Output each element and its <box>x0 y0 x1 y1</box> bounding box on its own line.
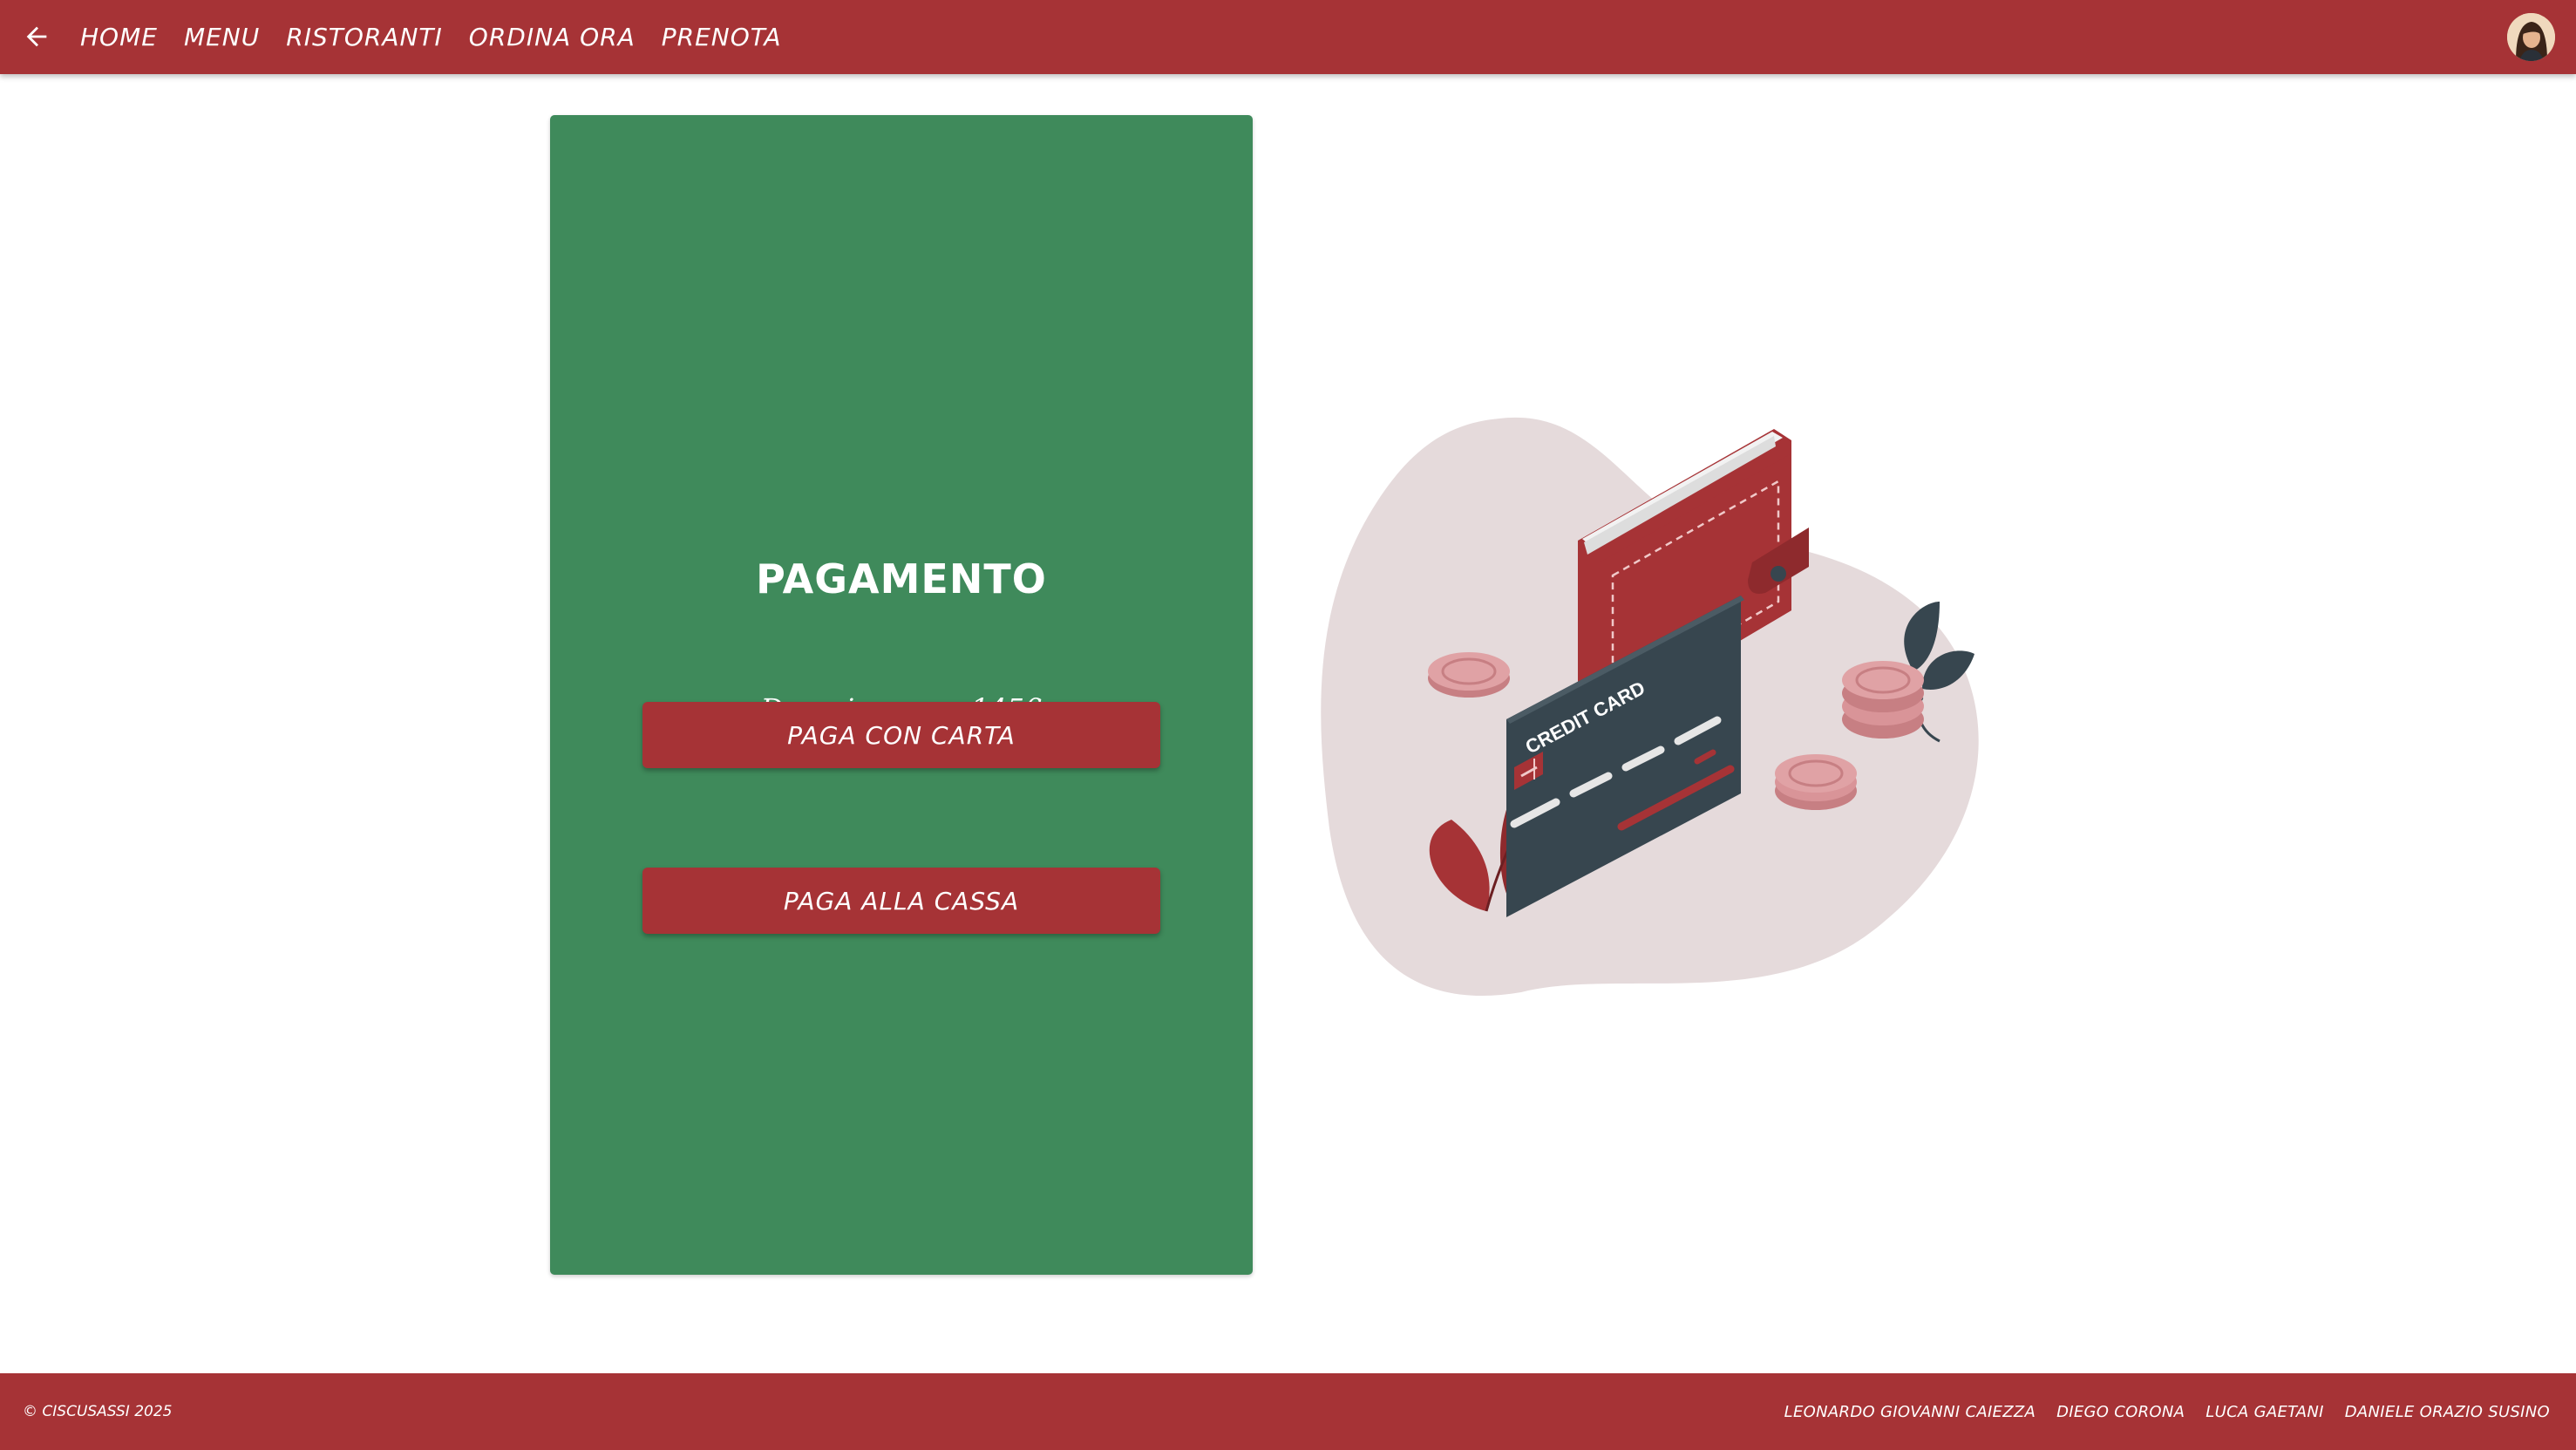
wallet-illustration-svg: CREDIT CARD <box>1321 417 1979 996</box>
author-link[interactable]: DIEGO CORONA <box>2056 1403 2185 1421</box>
main-nav: HOME MENU RISTORANTI ORDINA ORA PRENOTA <box>80 0 781 74</box>
nav-ristoranti[interactable]: RISTORANTI <box>286 23 443 51</box>
nav-ordina-ora[interactable]: ORDINA ORA <box>469 23 636 51</box>
nav-menu[interactable]: MENU <box>184 23 260 51</box>
author-link[interactable]: LUCA GAETANI <box>2206 1403 2323 1421</box>
top-navbar: HOME MENU RISTORANTI ORDINA ORA PRENOTA <box>0 0 2576 74</box>
wallet-illustration: CREDIT CARD <box>1312 410 2036 1003</box>
payment-title: PAGAMENTO <box>756 555 1047 602</box>
payment-card: PAGAMENTO Dovrai pagare 145€ PAGA CON CA… <box>550 115 1253 1275</box>
back-button[interactable] <box>19 19 54 54</box>
author-list: LEONARDO GIOVANNI CAIEZZA DIEGO CORONA L… <box>1784 1373 2550 1450</box>
coin-stack-left-icon <box>1428 652 1510 698</box>
copyright-text: © CISCUSASSI 2025 <box>23 1403 173 1420</box>
pay-with-card-button[interactable]: PAGA CON CARTA <box>642 702 1160 768</box>
avatar-icon <box>2507 13 2555 61</box>
footer: © CISCUSASSI 2025 LEONARDO GIOVANNI CAIE… <box>0 1373 2576 1450</box>
nav-home[interactable]: HOME <box>80 23 158 51</box>
nav-prenota[interactable]: PRENOTA <box>662 23 782 51</box>
author-link[interactable]: DANIELE ORAZIO SUSINO <box>2345 1403 2550 1421</box>
coin-bottom-icon <box>1775 754 1857 810</box>
coin-stack-right-icon <box>1842 661 1924 739</box>
pay-at-cashier-button[interactable]: PAGA ALLA CASSA <box>642 868 1160 934</box>
author-link[interactable]: LEONARDO GIOVANNI CAIEZZA <box>1784 1403 2036 1421</box>
arrow-left-icon <box>26 26 47 47</box>
user-avatar[interactable] <box>2507 13 2555 61</box>
